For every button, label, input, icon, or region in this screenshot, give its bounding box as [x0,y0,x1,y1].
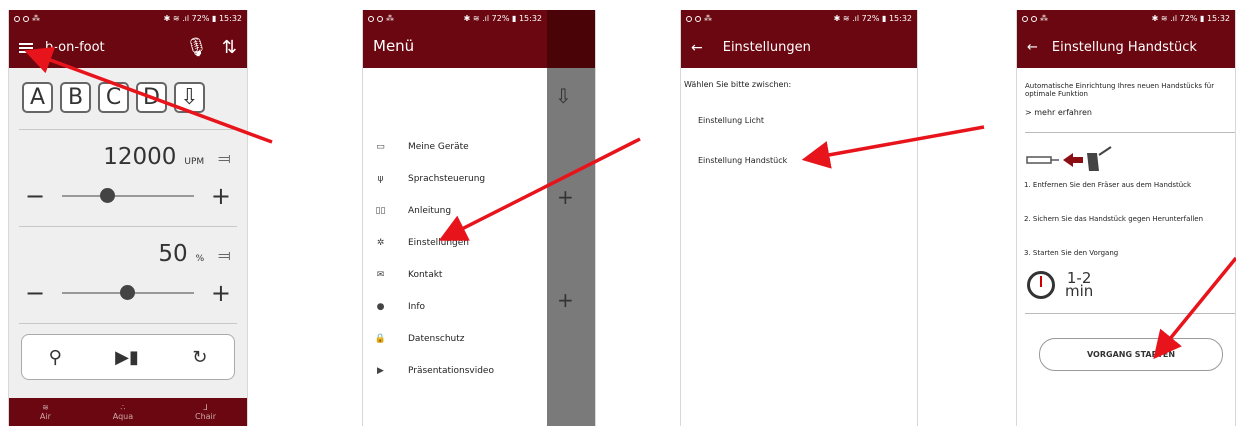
arrow-to-menu [24,46,273,144]
tutorial-arrows [24,46,1236,360]
arrow-to-start-button [1153,256,1236,360]
arrow-to-handstueck [801,125,985,169]
arrow-to-einstellungen [438,137,641,241]
tutorial-stage: ⁂ ✱ ≋ .ıl 72% ▮ 15:32 b-on-foot 🎙 ⇅ A B … [0,0,1236,426]
